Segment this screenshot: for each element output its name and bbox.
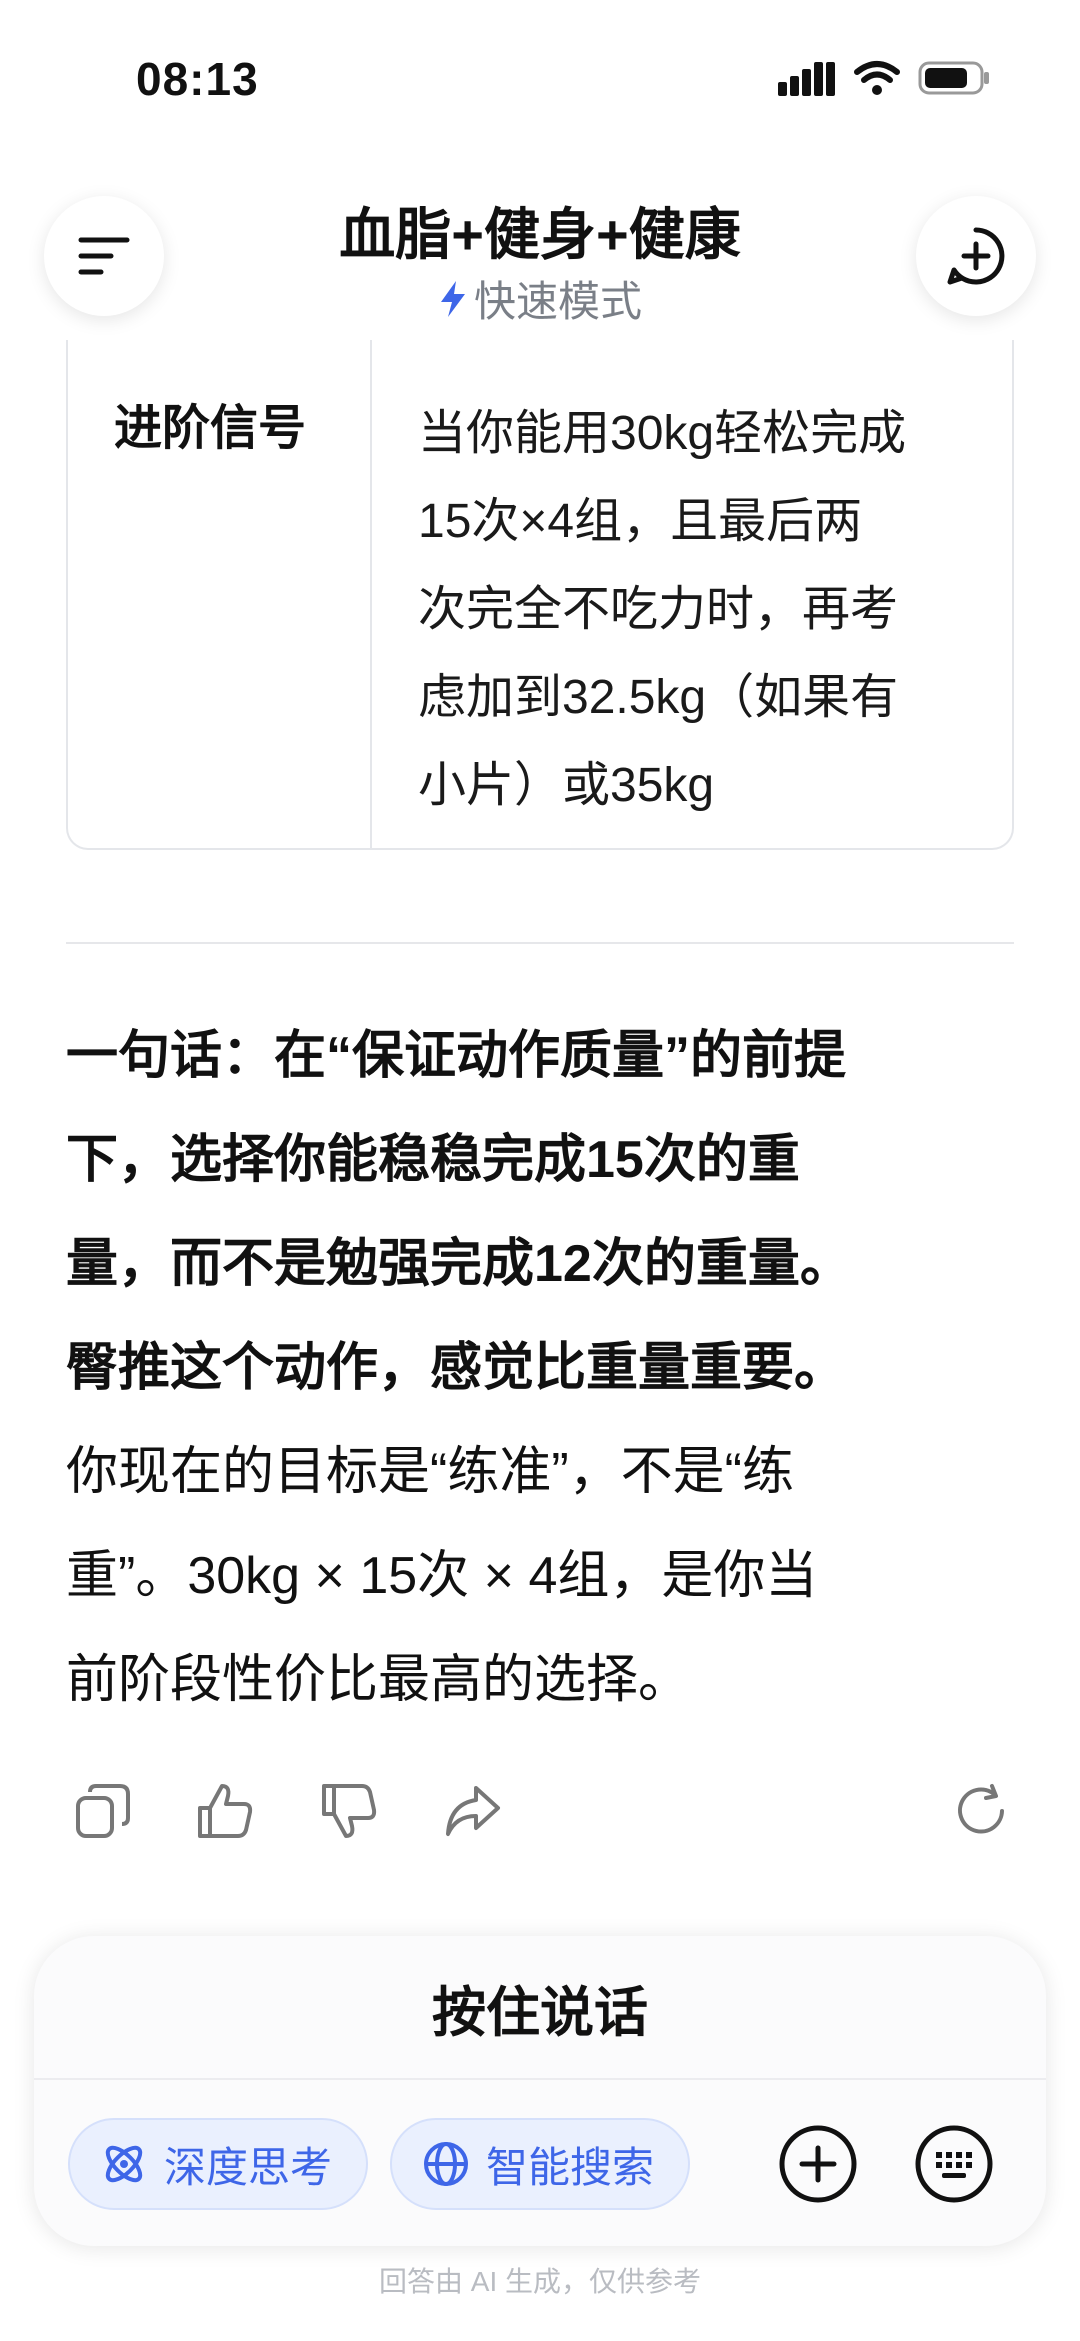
- table-cell-line: 小片）或35kg: [418, 759, 715, 812]
- table-cell-line: 当你能用30kg轻松完成: [418, 407, 907, 460]
- thumbs-up-icon: [198, 1784, 253, 1838]
- regenerate-button[interactable]: [946, 1776, 1016, 1846]
- answer-line: 重”。30kg × 15次 × 4组，是你当: [66, 1547, 818, 1605]
- smart-search-chip[interactable]: 智能搜索: [390, 2118, 691, 2210]
- hold-to-talk-button[interactable]: 按住说话: [34, 1936, 1046, 2078]
- copy-icon: [76, 1784, 130, 1838]
- globe-icon: [424, 2142, 468, 2186]
- table-cell: 当你能用30kg轻松完成 15次×4组，且最后两 次完全不吃力时，再考 虑加到3…: [372, 340, 1012, 848]
- data-table: 进阶信号 当你能用30kg轻松完成 15次×4组，且最后两 次完全不吃力时，再考…: [66, 340, 1014, 850]
- battery-icon: [918, 61, 989, 95]
- divider: [66, 942, 1014, 944]
- wifi-icon: [854, 61, 900, 95]
- input-panel: 按住说话 深度思考 智能搜索: [34, 1936, 1046, 2246]
- answer-line: 你现在的目标是“练准”，不是“练: [66, 1443, 794, 1501]
- answer-text: 一句话：在“保证动作质量”的前提 下，选择你能稳稳完成15次的重 量，而不是勉强…: [66, 1004, 1016, 1732]
- mode-label: 快速模式: [473, 278, 642, 325]
- regenerate-icon: [958, 1784, 1004, 1834]
- panel-divider: [34, 2078, 1046, 2080]
- answer-line-bold: 一句话：在“保证动作质量”的前提: [66, 1027, 847, 1085]
- keyboard-button[interactable]: [914, 2124, 994, 2204]
- mode-indicator[interactable]: 快速模式: [0, 268, 1080, 329]
- share-icon: [446, 1786, 500, 1836]
- thumbs-down-icon: [322, 1784, 377, 1838]
- copy-button[interactable]: [68, 1776, 138, 1846]
- answer-line: 前阶段性价比最高的选择。: [66, 1651, 691, 1709]
- status-time: 08:13: [136, 53, 259, 105]
- answer-line-bold: 量，而不是勉强完成12次的重量。: [66, 1235, 852, 1293]
- lightning-icon: [440, 280, 465, 317]
- like-button[interactable]: [190, 1776, 260, 1846]
- table-cell-line: 15次×4组，且最后两: [418, 495, 863, 548]
- status-icons: [778, 60, 990, 96]
- new-chat-button[interactable]: [916, 196, 1036, 316]
- atom-icon: [105, 2145, 143, 2183]
- deep-think-chip[interactable]: 深度思考: [68, 2118, 369, 2210]
- ai-disclaimer: 回答由 AI 生成，仅供参考: [378, 2266, 701, 2297]
- table-row-header: 进阶信号: [68, 340, 372, 848]
- status-bar: 08:13: [0, 0, 1080, 160]
- message-actions: [66, 1776, 1014, 1846]
- keyboard-icon: [915, 2125, 993, 2203]
- deep-think-label: 深度思考: [164, 2143, 333, 2191]
- plus-circle-icon: [779, 2125, 857, 2203]
- answer-line-bold: 下，选择你能稳稳完成15次的重: [66, 1131, 800, 1189]
- answer-line-bold: 臀推这个动作，感觉比重量重要。: [66, 1339, 847, 1397]
- new-chat-icon: [947, 227, 1005, 285]
- table-cell-line: 虑加到32.5kg（如果有: [418, 671, 899, 724]
- chat-header: 血脂+健身+健康 快速模式: [0, 160, 1080, 340]
- share-button[interactable]: [438, 1776, 508, 1846]
- cellular-signal-icon: [778, 62, 835, 96]
- dislike-button[interactable]: [314, 1776, 384, 1846]
- table-cell-line: 次完全不吃力时，再考: [418, 583, 899, 636]
- smart-search-label: 智能搜索: [486, 2143, 655, 2191]
- add-attachment-button[interactable]: [778, 2124, 858, 2204]
